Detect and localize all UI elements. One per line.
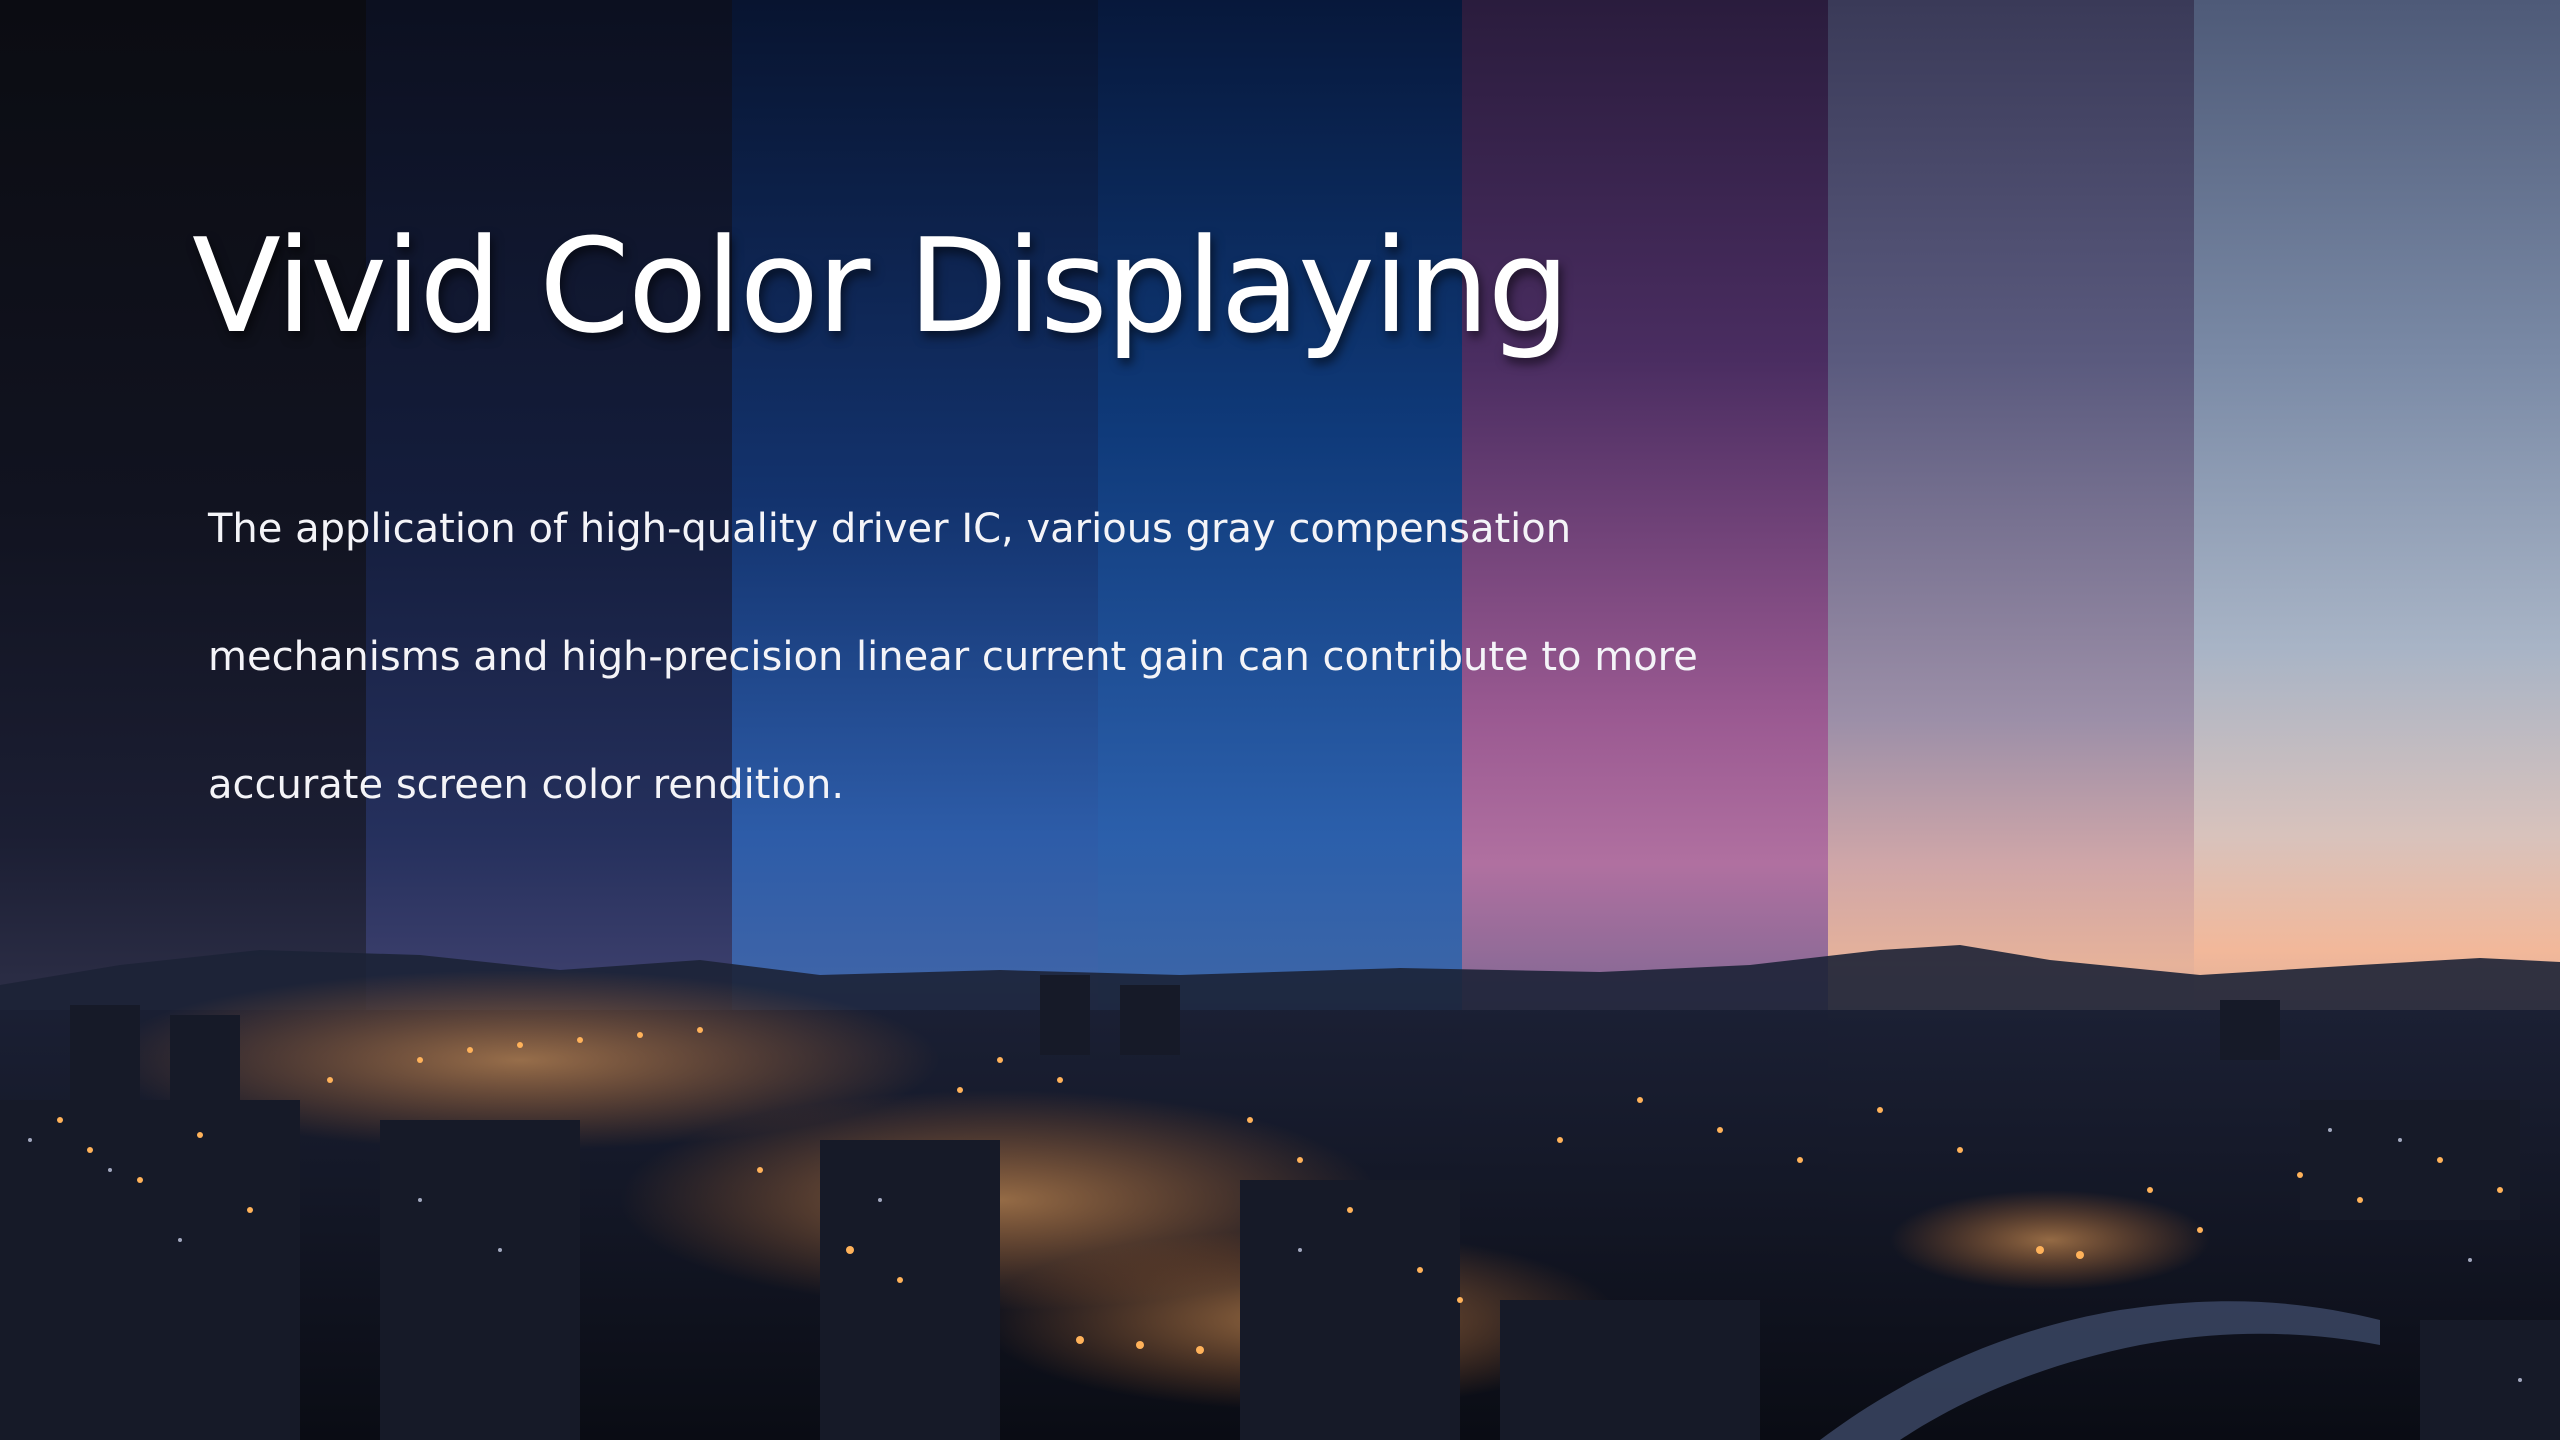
- slide: Vivid Color Displaying The application o…: [0, 0, 2560, 1440]
- slide-title: Vivid Color Displaying: [192, 210, 1570, 362]
- description-line: mechanisms and high-precision linear cur…: [208, 634, 1698, 680]
- description-line: The application of high-quality driver I…: [208, 506, 1572, 552]
- city-glow: [1890, 1190, 2210, 1290]
- description-line: accurate screen color rendition.: [208, 762, 845, 808]
- slide-description: The application of high-quality driver I…: [208, 465, 1698, 849]
